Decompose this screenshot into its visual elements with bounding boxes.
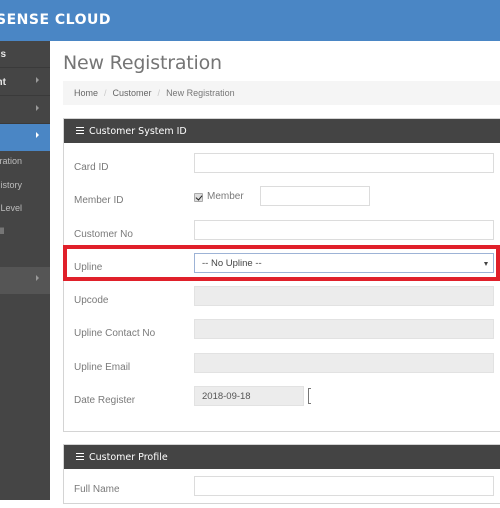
caret-down-icon bbox=[484, 262, 488, 266]
hamburger-icon bbox=[76, 453, 84, 460]
full-name-row: Full Name bbox=[64, 475, 500, 508]
full-name-label: Full Name bbox=[74, 484, 120, 495]
breadcrumb-customer[interactable]: Customer bbox=[113, 88, 152, 98]
sidebar-item-label: s bbox=[0, 49, 6, 60]
date-spinner-icon[interactable] bbox=[308, 388, 311, 404]
upcode-input[interactable] bbox=[194, 286, 494, 306]
upline-label: Upline bbox=[74, 262, 103, 273]
sidebar-subitem-label: History bbox=[0, 180, 22, 190]
date-register-row: Date Register 2018-09-18 bbox=[64, 385, 500, 418]
full-name-input[interactable] bbox=[194, 476, 494, 496]
upcode-row: Upcode bbox=[64, 285, 500, 318]
sidebar-subitem-history[interactable]: History bbox=[0, 175, 50, 197]
customer-no-input[interactable] bbox=[194, 220, 494, 240]
sidebar-subitem-4[interactable]: ll bbox=[0, 221, 50, 243]
breadcrumb-separator: / bbox=[157, 88, 161, 98]
chevron-right-icon bbox=[36, 105, 39, 111]
sidebar-item-3[interactable] bbox=[0, 97, 50, 124]
sidebar-item-customer-active[interactable] bbox=[0, 124, 50, 151]
upline-email-label: Upline Email bbox=[74, 362, 131, 373]
chevron-right-icon bbox=[36, 275, 39, 281]
chevron-right-icon bbox=[36, 132, 39, 138]
sidebar-item-5[interactable] bbox=[0, 267, 50, 294]
upline-contact-input[interactable] bbox=[194, 319, 494, 339]
breadcrumb-current: New Registration bbox=[166, 88, 235, 98]
member-id-input[interactable] bbox=[260, 186, 370, 206]
breadcrumb-separator: / bbox=[104, 88, 107, 98]
sidebar-subitem-label: ll bbox=[0, 226, 4, 236]
upline-email-input[interactable] bbox=[194, 353, 494, 373]
member-checkbox[interactable] bbox=[194, 193, 203, 202]
sidebar: s nt stration History Level ll bbox=[0, 41, 50, 500]
brand-logo[interactable]: SENSE CLOUD bbox=[0, 12, 111, 28]
sidebar-item-2[interactable]: nt bbox=[0, 69, 50, 96]
card-id-input[interactable] bbox=[194, 153, 494, 173]
sidebar-subitem-label: stration bbox=[0, 156, 22, 166]
upline-select[interactable]: -- No Upline -- bbox=[194, 253, 494, 273]
breadcrumb: Home / Customer / New Registration bbox=[63, 81, 500, 105]
sidebar-item-1[interactable]: s bbox=[0, 41, 50, 68]
card-id-label: Card ID bbox=[74, 162, 109, 173]
date-register-label: Date Register bbox=[74, 395, 136, 406]
panel-header: Customer Profile bbox=[64, 445, 500, 469]
customer-profile-panel: Customer Profile Full Name bbox=[63, 444, 500, 504]
date-register-input[interactable]: 2018-09-18 bbox=[194, 386, 304, 406]
panel-title: Customer Profile bbox=[89, 452, 168, 463]
upcode-label: Upcode bbox=[74, 295, 109, 306]
upline-contact-row: Upline Contact No bbox=[64, 318, 500, 351]
upline-row: Upline -- No Upline -- bbox=[64, 252, 500, 285]
upline-email-row: Upline Email bbox=[64, 352, 500, 385]
member-checkbox-label: Member bbox=[207, 191, 244, 202]
customer-system-id-panel: Customer System ID Card ID Member ID Mem… bbox=[63, 118, 500, 432]
sidebar-item-label: nt bbox=[0, 77, 6, 88]
panel-header: Customer System ID bbox=[64, 119, 500, 143]
panel-title: Customer System ID bbox=[89, 126, 187, 137]
upline-selected-value: -- No Upline -- bbox=[202, 258, 262, 269]
customer-no-row: Customer No bbox=[64, 219, 500, 252]
upline-contact-label: Upline Contact No bbox=[74, 328, 156, 339]
sidebar-subitem-label: Level bbox=[0, 203, 22, 213]
card-id-row: Card ID bbox=[64, 152, 500, 185]
sidebar-subitem-registration[interactable]: stration bbox=[0, 151, 50, 173]
top-navbar: SENSE CLOUD bbox=[0, 0, 500, 41]
member-id-label: Member ID bbox=[74, 195, 124, 206]
hamburger-icon bbox=[76, 127, 84, 134]
member-id-row: Member ID Member bbox=[64, 185, 500, 218]
sidebar-subitem-level[interactable]: Level bbox=[0, 198, 50, 220]
breadcrumb-home[interactable]: Home bbox=[74, 88, 98, 98]
page-title: New Registration bbox=[63, 52, 222, 74]
customer-no-label: Customer No bbox=[74, 229, 133, 240]
chevron-right-icon bbox=[36, 77, 39, 83]
